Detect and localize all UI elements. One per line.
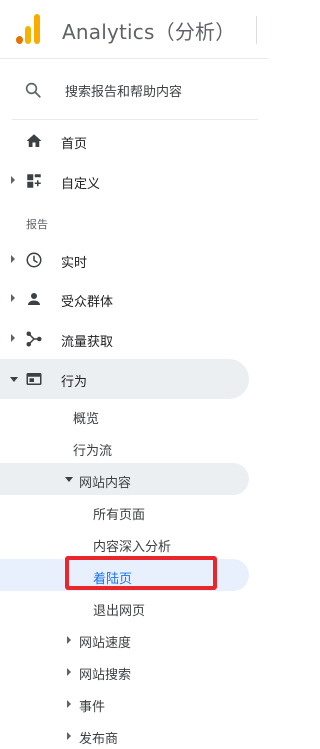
highlight-annotation-box (65, 556, 217, 590)
nav-subitem-all-pages[interactable]: 所有页面 (93, 504, 145, 523)
chevron-right-icon (11, 176, 15, 184)
nav-item-customize[interactable]: 自定义 (0, 163, 268, 199)
chevron-right-icon (67, 732, 71, 740)
nav-subitem-publisher[interactable]: 发布商 (79, 728, 118, 747)
nav-item-realtime[interactable]: 实时 (0, 242, 268, 278)
web-window-icon (26, 373, 42, 385)
chevron-down-icon (10, 377, 18, 382)
chevron-right-icon (11, 334, 15, 342)
search-icon (25, 82, 41, 98)
nav-item-label: 受众群体 (61, 295, 114, 310)
chevron-right-icon (67, 636, 71, 644)
chevron-right-icon (11, 294, 15, 302)
nav-item-acquisition[interactable]: 流量获取 (0, 321, 268, 357)
home-icon (26, 134, 42, 147)
nav-subitem-overview[interactable]: 概览 (73, 408, 99, 427)
chevron-right-icon (67, 668, 71, 676)
app-title[interactable]: Analytics（分析） (62, 16, 235, 45)
nav-subitem-site-speed[interactable]: 网站速度 (79, 632, 131, 651)
nav-item-label: 自定义 (61, 177, 101, 192)
search-divider (12, 119, 258, 120)
chevron-right-icon (67, 700, 71, 708)
clock-icon (26, 252, 42, 268)
nav-subitem-behavior-flow[interactable]: 行为流 (73, 440, 112, 459)
header-divider (256, 16, 257, 44)
reports-section-label: 报告 (26, 218, 48, 231)
nav-subitem-events[interactable]: 事件 (79, 696, 105, 715)
nav-item-label: 流量获取 (61, 335, 114, 350)
nav-subitem-content-drilldown[interactable]: 内容深入分析 (93, 536, 171, 555)
nav-subitem-exit-pages[interactable]: 退出网页 (93, 600, 145, 619)
person-icon (28, 293, 40, 305)
merge-icon (26, 331, 42, 347)
nav-item-label: 实时 (61, 256, 88, 271)
header-divider-line (0, 58, 268, 59)
app-header: Analytics（分析） (0, 0, 268, 58)
search-reports[interactable]: 搜索报告和帮助内容 (0, 68, 268, 112)
nav-item-audience[interactable]: 受众群体 (0, 281, 268, 317)
nav-item-behavior[interactable]: 行为 (0, 361, 268, 397)
nav-item-label: 首页 (61, 137, 88, 152)
nav-item-label: 行为 (61, 375, 88, 390)
chevron-down-icon (65, 477, 73, 482)
nav-item-home[interactable]: 首页 (0, 123, 268, 159)
dashboard-icon (27, 174, 41, 188)
nav-subitem-site-content[interactable]: 网站内容 (79, 472, 131, 491)
chevron-right-icon (11, 255, 15, 263)
analytics-logo-icon[interactable] (14, 14, 44, 44)
nav-subitem-site-search[interactable]: 网站搜索 (79, 664, 131, 683)
search-label: 搜索报告和帮助内容 (65, 85, 183, 100)
